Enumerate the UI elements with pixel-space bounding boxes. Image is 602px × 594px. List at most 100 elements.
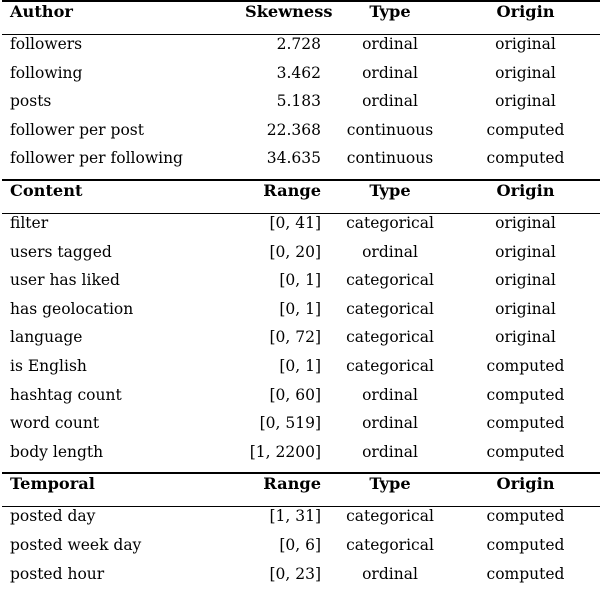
table-row: follower per post22.368continuouscompute…	[2, 122, 600, 151]
feature-table-container: AuthorSkewnessTypeOriginfollowers2.728or…	[0, 0, 602, 594]
cell-type: categorical	[323, 272, 457, 301]
table-row: language[0, 72]categoricaloriginal	[2, 329, 600, 358]
table-row: has geolocation[0, 1]categoricaloriginal	[2, 301, 600, 330]
table-row: filter[0, 41]categoricaloriginal	[2, 214, 600, 244]
column-header-author-value: Skewness	[245, 2, 323, 35]
cell-origin: computed	[457, 358, 600, 387]
cell-value: [0, 60]	[245, 387, 323, 416]
cell-value: 22.368	[245, 122, 323, 151]
cell-type: ordinal	[323, 244, 457, 273]
table-row: is English[0, 1]categoricalcomputed	[2, 358, 600, 387]
cell-value: 3.462	[245, 65, 323, 94]
cell-type: categorical	[323, 507, 457, 537]
cell-name: posts	[2, 93, 245, 122]
cell-name: has geolocation	[2, 301, 245, 330]
cell-origin: original	[457, 329, 600, 358]
cell-name: posted day	[2, 507, 245, 537]
table-row: users tagged[0, 20]ordinaloriginal	[2, 244, 600, 273]
cell-name: posted week day	[2, 537, 245, 566]
cell-type: continuous	[323, 122, 457, 151]
cell-value: [1, 31]	[245, 507, 323, 537]
table-row: word count[0, 519]ordinalcomputed	[2, 415, 600, 444]
cell-name: users tagged	[2, 244, 245, 273]
feature-summary-table: AuthorSkewnessTypeOriginfollowers2.728or…	[2, 0, 600, 594]
cell-type: ordinal	[323, 444, 457, 474]
cell-type: ordinal	[323, 93, 457, 122]
cell-origin: computed	[457, 387, 600, 416]
cell-type: categorical	[323, 358, 457, 387]
cell-origin: computed	[457, 122, 600, 151]
cell-value: [0, 23]	[245, 566, 323, 594]
table-row: posts5.183ordinaloriginal	[2, 93, 600, 122]
cell-value: [0, 72]	[245, 329, 323, 358]
cell-origin: computed	[457, 150, 600, 180]
column-header-temporal-value: Range	[245, 474, 323, 507]
cell-origin: original	[457, 301, 600, 330]
cell-name: user has liked	[2, 272, 245, 301]
table-row: user has liked[0, 1]categoricaloriginal	[2, 272, 600, 301]
table-row: following3.462ordinaloriginal	[2, 65, 600, 94]
cell-value: [0, 1]	[245, 301, 323, 330]
cell-type: ordinal	[323, 566, 457, 594]
cell-name: posted hour	[2, 566, 245, 594]
cell-value: 5.183	[245, 93, 323, 122]
cell-name: language	[2, 329, 245, 358]
cell-type: categorical	[323, 301, 457, 330]
cell-value: [0, 519]	[245, 415, 323, 444]
column-header-temporal-type: Type	[323, 474, 457, 507]
cell-name: followers	[2, 35, 245, 65]
column-header-author-name: Author	[2, 2, 245, 35]
table-row: posted hour[0, 23]ordinalcomputed	[2, 566, 600, 594]
cell-name: follower per following	[2, 150, 245, 180]
cell-origin: original	[457, 65, 600, 94]
table-row: posted day[1, 31]categoricalcomputed	[2, 507, 600, 537]
table-row: posted week day[0, 6]categoricalcomputed	[2, 537, 600, 566]
cell-name: word count	[2, 415, 245, 444]
cell-value: [0, 20]	[245, 244, 323, 273]
cell-type: ordinal	[323, 65, 457, 94]
cell-name: is English	[2, 358, 245, 387]
cell-value: [0, 41]	[245, 214, 323, 244]
cell-value: [0, 6]	[245, 537, 323, 566]
cell-value: [1, 2200]	[245, 444, 323, 474]
column-header-content-type: Type	[323, 181, 457, 214]
table-row: follower per following34.635continuousco…	[2, 150, 600, 180]
cell-origin: original	[457, 35, 600, 65]
cell-name: hashtag count	[2, 387, 245, 416]
table-row: body length[1, 2200]ordinalcomputed	[2, 444, 600, 474]
cell-origin: original	[457, 214, 600, 244]
cell-type: ordinal	[323, 35, 457, 65]
column-header-temporal-origin: Origin	[457, 474, 600, 507]
cell-origin: computed	[457, 566, 600, 594]
cell-origin: computed	[457, 507, 600, 537]
cell-origin: original	[457, 244, 600, 273]
cell-name: body length	[2, 444, 245, 474]
header-row-temporal: TemporalRangeTypeOrigin	[2, 474, 600, 507]
cell-type: continuous	[323, 150, 457, 180]
cell-value: 2.728	[245, 35, 323, 65]
column-header-temporal-name: Temporal	[2, 474, 245, 507]
table-row: followers2.728ordinaloriginal	[2, 35, 600, 65]
cell-origin: computed	[457, 444, 600, 474]
cell-origin: original	[457, 272, 600, 301]
header-row-content: ContentRangeTypeOrigin	[2, 181, 600, 214]
cell-name: follower per post	[2, 122, 245, 151]
cell-type: categorical	[323, 214, 457, 244]
cell-type: categorical	[323, 329, 457, 358]
column-header-author-origin: Origin	[457, 2, 600, 35]
cell-type: ordinal	[323, 387, 457, 416]
column-header-content-name: Content	[2, 181, 245, 214]
cell-value: [0, 1]	[245, 358, 323, 387]
table-row: hashtag count[0, 60]ordinalcomputed	[2, 387, 600, 416]
cell-value: 34.635	[245, 150, 323, 180]
column-header-content-value: Range	[245, 181, 323, 214]
cell-type: ordinal	[323, 415, 457, 444]
cell-origin: computed	[457, 537, 600, 566]
column-header-content-origin: Origin	[457, 181, 600, 214]
table-body: AuthorSkewnessTypeOriginfollowers2.728or…	[2, 1, 600, 594]
cell-origin: original	[457, 93, 600, 122]
cell-name: following	[2, 65, 245, 94]
cell-value: [0, 1]	[245, 272, 323, 301]
cell-origin: computed	[457, 415, 600, 444]
header-row-author: AuthorSkewnessTypeOrigin	[2, 2, 600, 35]
